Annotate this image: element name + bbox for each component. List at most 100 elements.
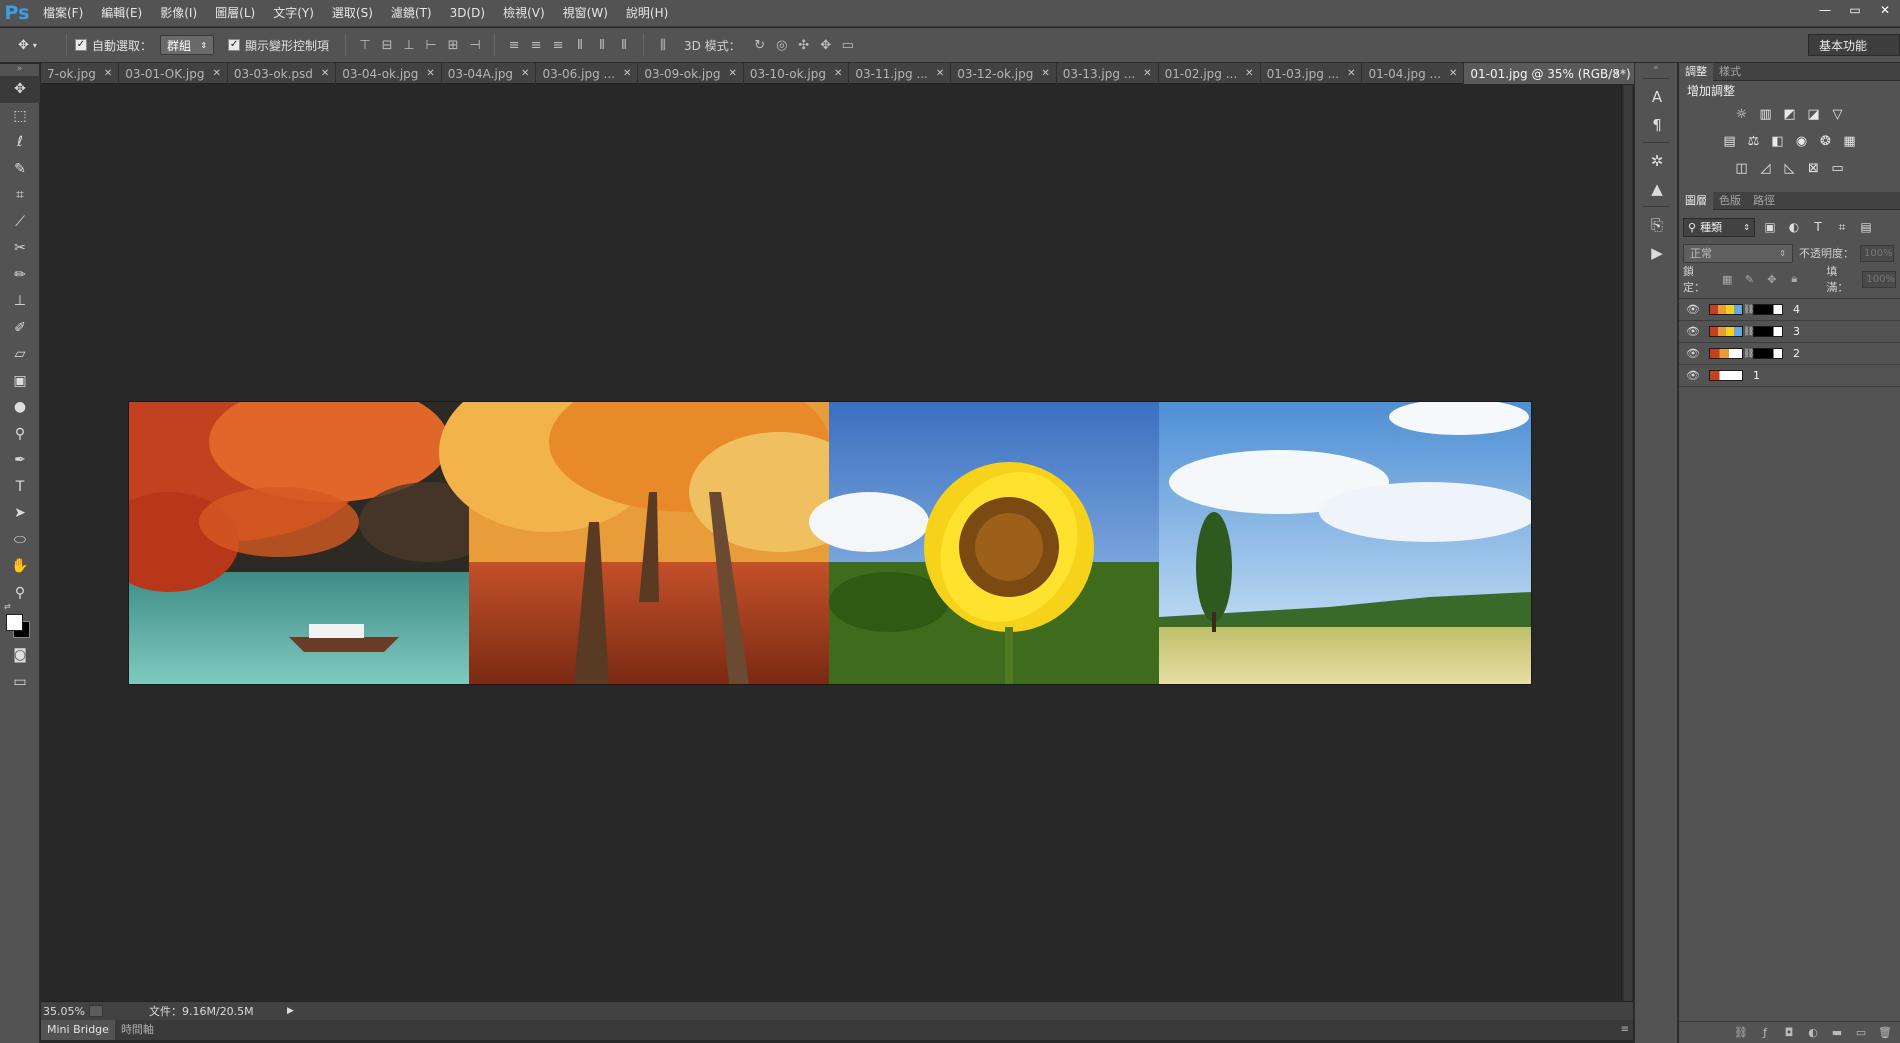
document-tab[interactable]: 03-03-ok.psd ✕ — [228, 63, 337, 84]
collapse-arrows-icon[interactable]: » — [0, 64, 39, 76]
brightness-contrast-icon[interactable]: ☼ — [1732, 105, 1752, 125]
show-transform-checkbox[interactable]: ✓ 顯示變形控制項 — [228, 37, 329, 54]
brush-tool-icon[interactable]: ✏ — [0, 262, 40, 289]
quick-select-tool-icon[interactable]: ✎ — [0, 156, 40, 183]
document-tab[interactable]: 03-11.jpg ... ✕ — [849, 63, 952, 84]
visibility-eye-icon[interactable]: 👁︎ — [1679, 369, 1707, 382]
tab-channels[interactable]: 色版 — [1713, 192, 1747, 210]
3d-rotate-icon[interactable]: ↻ — [749, 35, 771, 55]
play-arrow-icon[interactable]: ▶ — [287, 1006, 294, 1016]
pen-tool-icon[interactable]: ✒ — [0, 447, 40, 474]
color-lookup-icon[interactable]: ▦ — [1840, 132, 1860, 152]
move-tool-icon[interactable]: ✥ — [0, 76, 40, 103]
levels-icon[interactable]: ▥ — [1756, 105, 1776, 125]
document-image[interactable] — [129, 402, 1531, 684]
align-vcenter-icon[interactable]: ⊟ — [376, 35, 398, 55]
add-mask-icon[interactable]: ◘ — [1780, 1026, 1798, 1039]
lock-position-icon[interactable]: ✥ — [1764, 273, 1780, 286]
hand-tool-icon[interactable]: ✋ — [0, 553, 40, 580]
layer-row[interactable]: 👁︎ 1 — [1679, 365, 1900, 387]
close-tab-icon[interactable]: ✕ — [728, 68, 736, 79]
invert-icon[interactable]: ◫ — [1732, 159, 1752, 179]
menu-item[interactable]: 檔案(F) — [34, 0, 92, 27]
mask-link-icon[interactable]: ⛓ — [1743, 305, 1754, 315]
eraser-tool-icon[interactable]: ▱ — [0, 341, 40, 368]
distribute-vcenter-icon[interactable]: ≡ — [525, 35, 547, 55]
layer-kind-filter[interactable]: ⚲ 種類 ⇕ — [1683, 217, 1755, 237]
eyedropper-tool-icon[interactable]: ⟋ — [0, 209, 40, 236]
ellipse-tool-icon[interactable]: ⬭ — [0, 527, 40, 554]
menu-item[interactable]: 編輯(E) — [92, 0, 151, 27]
close-tab-icon[interactable]: ✕ — [426, 68, 434, 79]
blend-mode-dropdown[interactable]: 正常 ⇕ — [1683, 243, 1793, 263]
align-top-icon[interactable]: ⊤ — [354, 35, 376, 55]
delete-layer-icon[interactable]: 🗑︎ — [1876, 1026, 1894, 1039]
tab-mini-bridge[interactable]: Mini Bridge — [41, 1020, 115, 1040]
gradient-tool-icon[interactable]: ▣ — [0, 368, 40, 395]
document-tab[interactable]: 03-09-ok.jpg ✕ — [638, 63, 744, 84]
document-tab[interactable]: 03-04A.jpg ✕ — [442, 63, 537, 84]
menu-item[interactable]: 圖層(L) — [206, 0, 264, 27]
document-tab[interactable]: 7-ok.jpg ✕ — [41, 63, 120, 84]
quick-mask-icon[interactable]: ◙ — [0, 642, 40, 669]
document-tab[interactable]: 01-03.jpg ... ✕ — [1261, 63, 1363, 84]
auto-align-icon[interactable]: ⫼ — [652, 35, 674, 55]
document-tab[interactable]: 03-04-ok.jpg ✕ — [336, 63, 442, 84]
lasso-tool-icon[interactable]: ℓ — [0, 129, 40, 156]
distribute-top-icon[interactable]: ≡ — [503, 35, 525, 55]
histogram-panel-icon[interactable]: ▲ — [1635, 175, 1679, 203]
foreground-color-swatch[interactable] — [6, 614, 23, 631]
curves-icon[interactable]: ◩ — [1780, 105, 1800, 125]
screen-mode-icon[interactable]: ▭ — [0, 669, 40, 696]
healing-brush-tool-icon[interactable]: ✂ — [0, 235, 40, 262]
marquee-tool-icon[interactable]: ⬚ — [0, 103, 40, 130]
restore-button[interactable]: ▭ — [1840, 0, 1870, 20]
distribute-left-icon[interactable]: ⫴ — [569, 35, 591, 55]
tab-adjustments[interactable]: 調整 — [1679, 63, 1713, 81]
auto-select-checkbox[interactable]: ✓ 自動選取： — [75, 37, 152, 54]
gradient-map-icon[interactable]: ▭ — [1828, 159, 1848, 179]
lock-image-icon[interactable]: ✎ — [1741, 273, 1757, 286]
close-tab-icon[interactable]: ✕ — [321, 68, 329, 79]
close-button[interactable]: ✕ — [1870, 0, 1900, 20]
layer-mask-thumbnail[interactable] — [1753, 348, 1783, 359]
pixel-filter-icon[interactable]: ▣ — [1761, 220, 1779, 234]
visibility-eye-icon[interactable]: 👁︎ — [1679, 303, 1707, 316]
document-tab[interactable]: 03-13.jpg ... ✕ — [1057, 63, 1159, 84]
layer-row[interactable]: 👁︎ ⛓ 4 — [1679, 299, 1900, 321]
selective-color-icon[interactable]: ⊠ — [1804, 159, 1824, 179]
menu-item[interactable]: 說明(H) — [617, 0, 677, 27]
tab-layers[interactable]: 圖層 — [1679, 192, 1713, 210]
document-tab[interactable]: 01-04.jpg ... ✕ — [1362, 63, 1465, 84]
close-tab-icon[interactable]: ✕ — [1449, 68, 1457, 79]
scrollbar-thumb[interactable] — [1624, 85, 1632, 1001]
fx-icon[interactable]: ƒ — [1756, 1026, 1774, 1039]
paragraph-panel-icon[interactable]: ¶ — [1635, 111, 1679, 139]
layer-mask-thumbnail[interactable] — [1753, 326, 1783, 337]
crop-tool-icon[interactable]: ⌗ — [0, 182, 40, 209]
close-tab-icon[interactable]: ✕ — [1347, 68, 1355, 79]
zoom-level[interactable]: 35.05% — [41, 1005, 87, 1018]
document-tab[interactable]: 03-10-ok.jpg ✕ — [744, 63, 850, 84]
visibility-eye-icon[interactable]: 👁︎ — [1679, 347, 1707, 360]
close-tab-icon[interactable]: ✕ — [1245, 68, 1253, 79]
close-tab-icon[interactable]: ✕ — [834, 68, 842, 79]
menu-item[interactable]: 選取(S) — [323, 0, 382, 27]
layer-row[interactable]: 👁︎ ⛓ 3 — [1679, 321, 1900, 343]
tool-preset-picker[interactable]: ✥ ▾ — [18, 31, 58, 59]
new-layer-icon[interactable]: ▭ — [1852, 1026, 1870, 1039]
tab-styles[interactable]: 樣式 — [1713, 63, 1747, 81]
3d-roll-icon[interactable]: ◎ — [771, 35, 793, 55]
new-adjustment-icon[interactable]: ◐ — [1804, 1026, 1822, 1039]
close-tab-icon[interactable]: ✕ — [213, 68, 221, 79]
align-right-icon[interactable]: ⊣ — [464, 35, 486, 55]
history-brush-tool-icon[interactable]: ✐ — [0, 315, 40, 342]
blur-tool-icon[interactable]: ● — [0, 394, 40, 421]
shape-filter-icon[interactable]: ⌗ — [1833, 220, 1851, 235]
tab-paths[interactable]: 路徑 — [1747, 192, 1781, 210]
color-balance-icon[interactable]: ⚖ — [1744, 132, 1764, 152]
close-tab-icon[interactable]: ✕ — [1041, 68, 1049, 79]
actions-panel-icon[interactable]: ▶ — [1635, 239, 1679, 267]
tabs-overflow-button[interactable]: » — [1602, 63, 1630, 84]
black-white-icon[interactable]: ◧ — [1768, 132, 1788, 152]
